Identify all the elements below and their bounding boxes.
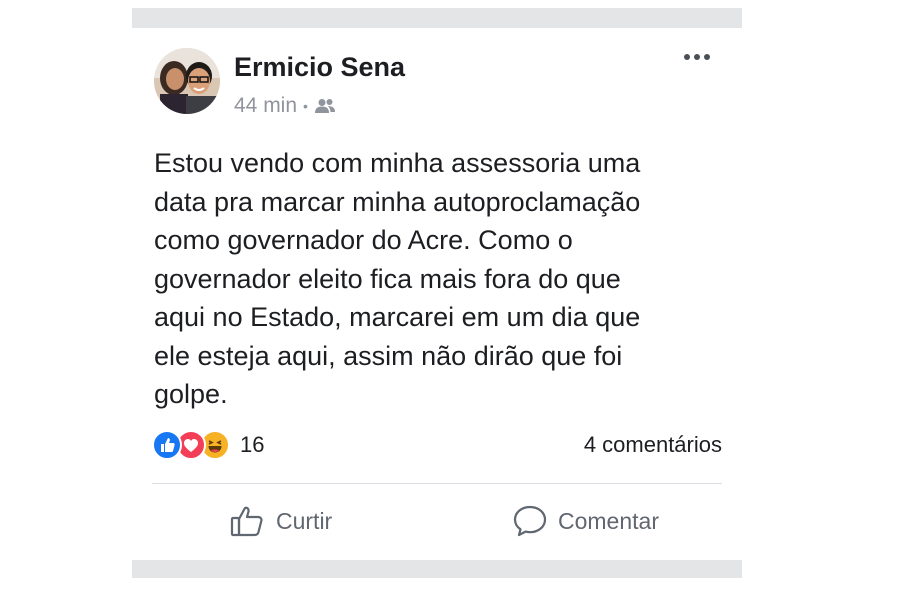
reactions-summary[interactable]: 16 (152, 430, 264, 460)
like-icon (152, 430, 182, 460)
feed-separator-top (132, 8, 742, 28)
post-card: Ermicio Sena 44 min • Estou vendo com mi… (132, 28, 742, 560)
like-button[interactable]: Curtir (230, 504, 332, 538)
comment-count-link[interactable]: 4 comentários (584, 432, 722, 458)
more-options-icon[interactable] (684, 54, 710, 60)
comment-label: Comentar (558, 507, 659, 534)
author-name[interactable]: Ermicio Sena (234, 52, 405, 83)
comment-bubble-icon (513, 505, 547, 537)
friends-icon (314, 99, 335, 113)
post-meta: 44 min • (234, 94, 336, 118)
like-label: Curtir (276, 507, 333, 534)
divider (152, 483, 722, 484)
reaction-count: 16 (240, 432, 265, 457)
meta-separator: • (303, 98, 308, 114)
comment-button[interactable]: Comentar (512, 504, 659, 538)
post-body: Estou vendo com minha assessoria uma dat… (154, 148, 641, 409)
post-time[interactable]: 44 min (234, 94, 297, 118)
feed-separator-bottom (132, 560, 742, 578)
thumbs-up-icon (230, 506, 263, 537)
avatar[interactable] (154, 48, 220, 114)
